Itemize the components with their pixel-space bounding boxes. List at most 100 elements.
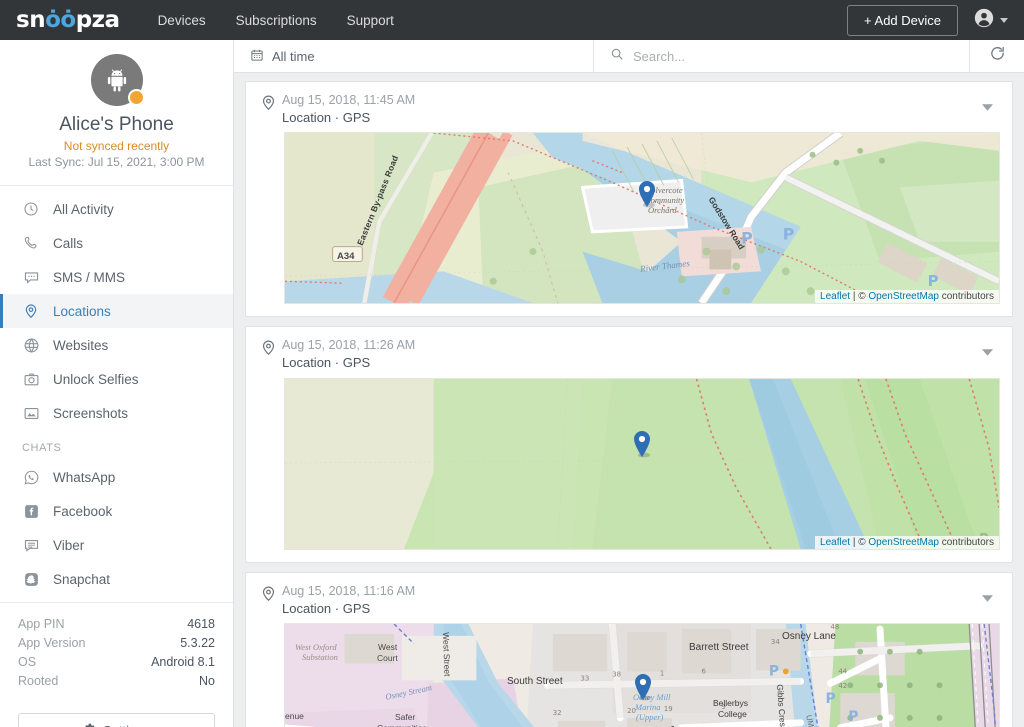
app-info-row: App Version 5.3.22 <box>18 636 215 650</box>
date-filter-label: All time <box>272 48 315 64</box>
svg-text:20: 20 <box>627 707 636 715</box>
location-card: Aug 15, 2018, 11:16 AM Location · GPS 33… <box>245 571 1013 727</box>
camera-icon <box>22 370 40 388</box>
sidebar-item-facebook[interactable]: Facebook <box>0 494 233 528</box>
status-dot-warning <box>127 89 145 106</box>
clock-icon <box>22 200 40 218</box>
refresh-button[interactable] <box>970 40 1024 72</box>
settings-button-label: Settings <box>103 723 150 727</box>
app-logo[interactable]: snȯȯpza <box>16 7 120 33</box>
chevron-down-icon <box>981 98 993 116</box>
sidebar-item-label: Screenshots <box>53 405 129 421</box>
nav-link-support[interactable]: Support <box>347 13 394 28</box>
map-osney[interactable]: 33 38 16 32 20 19 9 34 48 44 42 P P P We… <box>284 623 1000 727</box>
svg-text:P: P <box>928 273 939 291</box>
svg-text:42: 42 <box>838 683 847 691</box>
sidebar-item-whatsapp[interactable]: WhatsApp <box>0 460 233 494</box>
location-feed[interactable]: Aug 15, 2018, 11:45 AM Location · GPS P … <box>234 73 1024 727</box>
svg-text:32: 32 <box>553 709 562 717</box>
sidebar-item-unlock-selfies[interactable]: Unlock Selfies <box>0 362 233 396</box>
chevron-down-icon <box>1000 17 1008 23</box>
sidebar-item-all-activity[interactable]: All Activity <box>0 192 233 226</box>
card-header: Aug 15, 2018, 11:26 AM Location · GPS <box>246 327 1012 377</box>
location-pin-icon <box>22 302 40 320</box>
settings-button[interactable]: Settings <box>18 713 215 727</box>
osm-link[interactable]: OpenStreetMap <box>868 537 939 548</box>
app-info-value: 5.3.22 <box>180 636 215 650</box>
top-navigation-bar: snȯȯpza Devices Subscriptions Support + … <box>0 0 1024 40</box>
map-attribution: Leaflet | © OpenStreetMap contributors <box>815 290 999 304</box>
app-info-value: 4618 <box>187 617 215 631</box>
chevron-down-icon <box>981 343 993 361</box>
sidebar-item-label: All Activity <box>53 201 114 217</box>
card-expand-toggle[interactable] <box>974 583 1000 607</box>
device-sync-status: Not synced recently <box>63 139 170 153</box>
attrib-separator: | <box>850 536 859 548</box>
sidebar-item-label: Snapchat <box>53 571 111 587</box>
sidebar-item-label: Facebook <box>53 503 113 519</box>
date-filter[interactable]: All time <box>234 40 594 72</box>
sidebar-item-label: WhatsApp <box>53 469 116 485</box>
attrib-contributors: contributors <box>938 536 994 548</box>
sidebar: Alice's Phone Not synced recently Last S… <box>0 40 234 727</box>
card-expand-toggle[interactable] <box>974 92 1000 116</box>
entry-type: Location · GPS <box>282 109 371 125</box>
card-expand-toggle[interactable] <box>974 337 1000 361</box>
entry-timestamp: Aug 15, 2018, 11:26 AM <box>282 338 416 353</box>
entry-type: Location · GPS <box>282 355 371 371</box>
sidebar-item-label: SMS / MMS <box>53 269 126 285</box>
viber-icon <box>22 536 40 554</box>
app-info-key: App PIN <box>18 617 65 631</box>
search-input[interactable] <box>633 48 953 64</box>
map-wolvercote[interactable]: P P P A34 Eastern By-pass Road Godstow R… <box>284 132 1000 305</box>
leaflet-link[interactable]: Leaflet <box>820 291 850 302</box>
svg-text:9: 9 <box>721 703 725 711</box>
sidebar-item-label: Locations <box>53 303 111 319</box>
sidebar-item-snapchat[interactable]: Snapchat <box>0 562 233 596</box>
device-summary: Alice's Phone Not synced recently Last S… <box>0 40 233 186</box>
entry-timestamp: Aug 15, 2018, 11:45 AM <box>282 93 416 107</box>
content-toolbar: All time <box>234 40 1024 73</box>
attrib-separator: | <box>850 291 859 303</box>
sidebar-item-sms-mms[interactable]: SMS / MMS <box>0 260 233 294</box>
svg-text:33: 33 <box>581 675 590 683</box>
add-device-button[interactable]: + Add Device <box>847 4 958 36</box>
entry-type: Location · GPS <box>282 600 371 616</box>
card-meta: Aug 15, 2018, 11:16 AM Location · GPS <box>282 583 974 617</box>
leaflet-link[interactable]: Leaflet <box>820 537 850 548</box>
nav-link-devices[interactable]: Devices <box>158 13 206 28</box>
globe-icon <box>22 336 40 354</box>
facebook-icon <box>22 502 40 520</box>
device-last-sync: Last Sync: Jul 15, 2021, 3:00 PM <box>28 155 205 169</box>
app-info-value: Android 8.1 <box>151 655 215 669</box>
sidebar-item-locations[interactable]: Locations <box>0 294 233 328</box>
svg-text:P: P <box>741 229 753 248</box>
location-pin-icon <box>260 92 282 116</box>
map-riverside[interactable]: P Leaflet | © OpenStreetMap contributors <box>284 377 1000 550</box>
app-info-key: OS <box>18 655 37 669</box>
sidebar-item-calls[interactable]: Calls <box>0 226 233 260</box>
gear-icon <box>83 722 96 727</box>
logo-dot-icon: ȯȯ <box>45 7 76 33</box>
top-nav-links: Devices Subscriptions Support <box>158 13 394 28</box>
attrib-copyright: © <box>858 536 869 548</box>
app-info-row: App PIN 4618 <box>18 617 215 631</box>
osm-link[interactable]: OpenStreetMap <box>868 291 939 302</box>
sidebar-section-chats: CHATS <box>22 442 62 454</box>
svg-text:P: P <box>769 664 779 680</box>
account-menu[interactable] <box>974 8 1008 33</box>
sidebar-item-viber[interactable]: Viber <box>0 528 233 562</box>
map-attribution: Leaflet | © OpenStreetMap contributors <box>815 535 999 549</box>
nav-link-subscriptions[interactable]: Subscriptions <box>236 13 317 28</box>
sidebar-item-label: Calls <box>53 235 84 251</box>
card-meta: Aug 15, 2018, 11:45 AM Location · GPS <box>282 92 974 126</box>
whatsapp-icon <box>22 468 40 486</box>
svg-text:P: P <box>825 691 835 707</box>
app-info-key: Rooted <box>18 674 59 688</box>
sidebar-item-screenshots[interactable]: Screenshots <box>0 396 233 430</box>
sidebar-item-websites[interactable]: Websites <box>0 328 233 362</box>
image-icon <box>22 404 40 422</box>
search-container[interactable] <box>594 40 970 72</box>
sidebar-item-label: Unlock Selfies <box>53 371 139 387</box>
page-shell: Alice's Phone Not synced recently Last S… <box>0 40 1024 727</box>
